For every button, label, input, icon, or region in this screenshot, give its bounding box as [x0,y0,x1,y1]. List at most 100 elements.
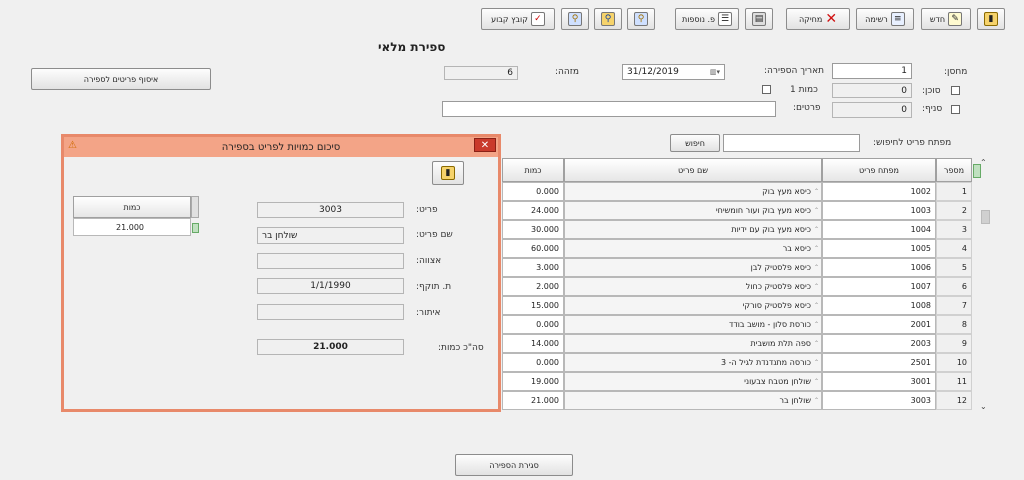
cell-name[interactable]: כיסא פלסטיק לבן [564,258,822,277]
dialog-validity-field: 1/1/1990 [257,278,404,294]
scroll-thumb[interactable] [981,210,990,224]
cell-name[interactable]: כיסא בר [564,239,822,258]
dialog-exit-button[interactable]: ▮ [432,161,464,185]
grid-scrollbar[interactable]: ⌃ ⌄ [978,158,992,416]
dialog-app-icon: ⚠ [68,140,77,151]
page-title: ספירת מלאי [378,40,446,54]
cell-qty[interactable]: 0.000 [502,315,564,334]
cell-name[interactable]: כורסת סלון - מושב בודד [564,315,822,334]
warehouse-label: מחסן: [944,67,968,77]
branch-checkbox[interactable] [951,105,960,114]
details-label: פרטים: [793,103,821,113]
cell-num: 7 [936,296,972,315]
calendar-dropdown-icon[interactable]: ▥▾ [710,68,720,76]
details-field[interactable] [442,101,776,117]
cell-qty[interactable]: 0.000 [502,353,564,372]
cell-code[interactable]: 3003 [822,391,936,410]
collect-items-button[interactable]: איסוף פריטים לספירה [31,68,211,90]
agent-checkbox[interactable] [951,86,960,95]
branch-field[interactable]: 0 [832,102,912,118]
col-header-num[interactable]: מספר [936,158,972,182]
cell-code[interactable]: 2501 [822,353,936,372]
cell-qty[interactable]: 30.000 [502,220,564,239]
cell-code[interactable]: 2001 [822,315,936,334]
dialog-total-field: 21.000 [257,339,404,355]
more-actions-button[interactable]: פ. נוספות ☰ [675,8,739,30]
printer-icon: ▤ [752,12,766,26]
delete-x-icon: ✕ [825,11,838,27]
count-date-field[interactable]: 31/12/2019 ▥▾ [622,64,725,80]
cell-code[interactable]: 1002 [822,182,936,201]
close-count-button[interactable]: סגירת הספירה [455,454,573,476]
search-button[interactable]: חיפוש [670,134,720,152]
cell-qty[interactable]: 21.000 [502,391,564,410]
cell-name[interactable]: כיסא פלסטיק סורקי [564,296,822,315]
cell-code[interactable]: 1003 [822,201,936,220]
cell-qty[interactable]: 60.000 [502,239,564,258]
delete-button[interactable]: מחיקה ✕ [786,8,850,30]
cell-code[interactable]: 1004 [822,220,936,239]
cell-code[interactable]: 1007 [822,277,936,296]
dialog-title: סיכום כמויות לפריט בספירה [221,141,341,153]
cell-num: 4 [936,239,972,258]
dialog-batch-label: אצווה: [416,256,442,266]
scroll-down-icon[interactable]: ⌄ [980,402,987,411]
fixed-file-button[interactable]: קובץ קבוע ✓ [481,8,555,30]
cell-name[interactable]: שולחן בר [564,391,822,410]
cell-num: 5 [936,258,972,277]
exit-door-icon: ▮ [441,166,455,180]
cell-name[interactable]: כיסא מעץ בוק [564,182,822,201]
col-header-code[interactable]: מפתח פריט [822,158,936,182]
col-header-qty[interactable]: כמות [502,158,564,182]
cell-qty[interactable]: 24.000 [502,201,564,220]
dialog-location-field [257,304,404,320]
dialog-qty-cell[interactable]: 21.000 [73,218,191,236]
cell-num: 2 [936,201,972,220]
cell-qty[interactable]: 3.000 [502,258,564,277]
cell-name[interactable]: שולחן מטבח צבעוני [564,372,822,391]
cell-name[interactable]: ספה תלת מושבית [564,334,822,353]
search-doc-button[interactable]: ⚲ [627,8,655,30]
cell-num: 8 [936,315,972,334]
cell-code[interactable]: 2003 [822,334,936,353]
search-label: מפתח פריט לחיפוש: [873,138,952,148]
list-button[interactable]: רשימה ≡ [856,8,914,30]
dialog-qty-header[interactable]: כמות [73,196,191,218]
dialog-qty-scroll[interactable] [191,196,199,218]
new-button[interactable]: חדש ✎ [921,8,971,30]
cell-code[interactable]: 1006 [822,258,936,277]
cell-code[interactable]: 1005 [822,239,936,258]
item-summary-dialog: סיכום כמויות לפריט בספירה ⚠ ✕ ▮ פריט: 30… [61,134,501,412]
warehouse-field[interactable]: 1 [832,63,912,79]
folder-search-icon: ⚲ [601,12,615,26]
cell-name[interactable]: כורסה מתנדנדת לגיל ה- 3 [564,353,822,372]
user-search-button[interactable]: ⚲ [561,8,589,30]
cell-code[interactable]: 3001 [822,372,936,391]
col-header-name[interactable]: שם פריט [564,158,822,182]
cell-name[interactable]: כיסא מעץ בוק עם ידיות [564,220,822,239]
scroll-up-icon[interactable]: ⌃ [980,158,987,167]
cell-qty[interactable]: 19.000 [502,372,564,391]
agent-field[interactable]: 0 [832,83,912,98]
dialog-item-name-label: שם פריט: [416,230,453,240]
cell-num: 10 [936,353,972,372]
dialog-close-button[interactable]: ✕ [474,138,496,152]
cell-name[interactable]: כיסא מעץ בוק ועור חומשיחי [564,201,822,220]
cell-qty[interactable]: 14.000 [502,334,564,353]
new-doc-icon: ✎ [948,12,963,26]
cell-name[interactable]: כיסא פלסטיק כחול [564,277,822,296]
cell-qty[interactable]: 2.000 [502,277,564,296]
dialog-item-field: 3003 [257,202,404,218]
folder-search-button[interactable]: ⚲ [594,8,622,30]
print-button[interactable]: ▤ [745,8,773,30]
exit-button[interactable]: ▮ [977,8,1005,30]
cell-code[interactable]: 1008 [822,296,936,315]
count-date-label: תאריך הספירה: [764,66,825,76]
dialog-titlebar: סיכום כמויות לפריט בספירה [64,137,498,157]
cell-qty[interactable]: 0.000 [502,182,564,201]
qty1-checkbox[interactable] [762,85,771,94]
dialog-total-label: סה"כ כמות: [438,343,484,353]
cell-qty[interactable]: 15.000 [502,296,564,315]
search-input[interactable] [723,134,860,152]
exit-door-icon: ▮ [984,12,998,26]
